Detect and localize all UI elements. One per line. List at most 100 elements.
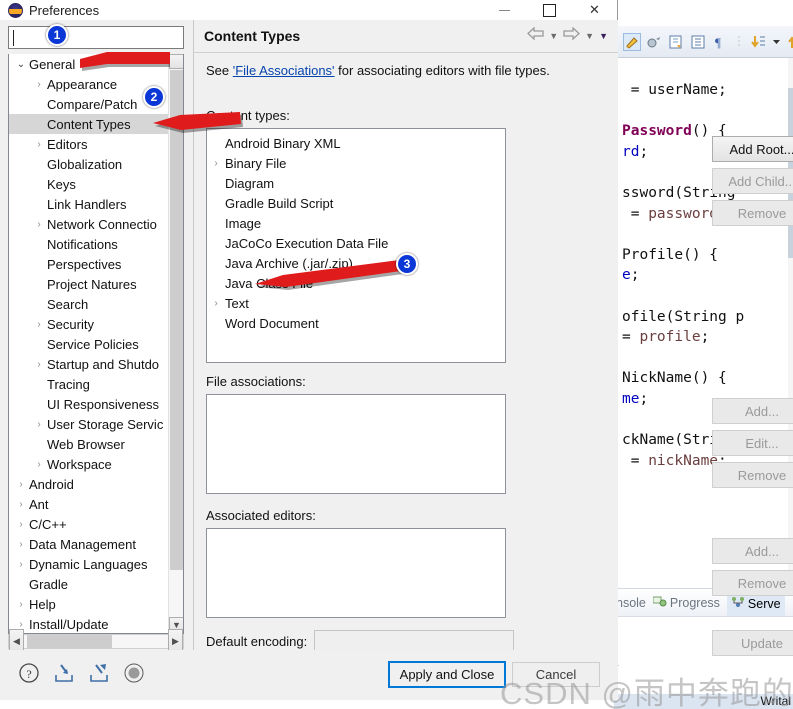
chevron-right-icon[interactable]: ›	[13, 499, 29, 510]
chevron-right-icon[interactable]: ›	[31, 359, 47, 370]
filter-input[interactable]	[8, 26, 184, 49]
content-types-list[interactable]: Android Binary XML › Binary File Diagram Gra…	[206, 128, 506, 363]
pilcrow-icon[interactable]: ¶	[712, 34, 728, 50]
sidebar-item-ant[interactable]: › Ant	[9, 494, 170, 514]
chevron-right-icon[interactable]: ›	[207, 158, 225, 169]
sidebar-item-editors[interactable]: › Editors	[9, 134, 170, 154]
tab-progress[interactable]: Progress	[652, 595, 720, 610]
sidebar-item-data-management[interactable]: › Data Management	[9, 534, 170, 554]
edit-button[interactable]: Edit...	[712, 430, 793, 456]
minimize-button[interactable]	[482, 0, 527, 20]
forward-arrow-icon[interactable]	[563, 26, 581, 45]
update-button[interactable]: Update	[712, 630, 793, 656]
sidebar-item-workspace[interactable]: › Workspace	[9, 454, 170, 474]
file-associations-list[interactable]	[206, 394, 506, 494]
chevron-right-icon[interactable]: ›	[207, 298, 225, 309]
sidebar-item-label: Android	[29, 476, 74, 492]
chevron-right-icon[interactable]: ›	[13, 479, 29, 490]
sidebar-item-ui-responsiveness[interactable]: UI Responsiveness	[9, 394, 170, 414]
tree-horizontal-scrollbar[interactable]: ◀ ▶	[8, 628, 184, 655]
debug-icon[interactable]	[646, 34, 662, 50]
content-type-row[interactable]: Gradle Build Script	[207, 193, 505, 213]
scrollbar-thumb[interactable]	[170, 70, 183, 570]
file-associations-link[interactable]: 'File Associations'	[233, 63, 335, 78]
chevron-right-icon[interactable]: ›	[31, 319, 47, 330]
content-type-row[interactable]: Image	[207, 213, 505, 233]
sidebar-item-web-browser[interactable]: Web Browser	[9, 434, 170, 454]
sidebar-item-label: Startup and Shutdo	[47, 356, 160, 372]
chevron-down-icon[interactable]: ⌄	[13, 59, 29, 70]
sidebar-item-tracing[interactable]: Tracing	[9, 374, 170, 394]
content-type-row[interactable]: Android Binary XML	[207, 133, 505, 153]
content-type-row[interactable]: JaCoCo Execution Data File	[207, 233, 505, 253]
remove-button[interactable]: Remove	[712, 200, 793, 226]
sidebar-item-user-storage-servic[interactable]: › User Storage Servic	[9, 414, 170, 434]
forward-dropdown-icon[interactable]: ▼	[585, 31, 594, 41]
sidebar-item-service-policies[interactable]: Service Policies	[9, 334, 170, 354]
sidebar-item-security[interactable]: › Security	[9, 314, 170, 334]
paintbrush-icon[interactable]	[623, 32, 641, 51]
add-button[interactable]: Add...	[712, 398, 793, 424]
view-menu-icon[interactable]	[690, 34, 706, 50]
chevron-right-icon[interactable]: ›	[13, 519, 29, 530]
content-type-row[interactable]: Diagram	[207, 173, 505, 193]
sidebar-item-project-natures[interactable]: Project Natures	[9, 274, 170, 294]
close-button[interactable]: ✕	[572, 0, 617, 20]
sidebar-item-android[interactable]: › Android	[9, 474, 170, 494]
sidebar-item-gradle[interactable]: Gradle	[9, 574, 170, 594]
sidebar-item-notifications[interactable]: Notifications	[9, 234, 170, 254]
hscrollbar-thumb[interactable]	[27, 635, 112, 648]
content-type-row[interactable]: Word Document	[207, 313, 505, 333]
chevron-right-icon[interactable]: ›	[13, 559, 29, 570]
remove-button[interactable]: Remove	[712, 462, 793, 488]
page-description: See 'File Associations' for associating …	[194, 53, 618, 78]
chevron-right-icon[interactable]: ›	[31, 79, 47, 90]
sidebar-item-c-c[interactable]: › C/C++	[9, 514, 170, 534]
export-icon[interactable]	[88, 662, 110, 684]
apply-and-close-button[interactable]: Apply and Close	[388, 661, 506, 688]
prev-annotation-icon[interactable]	[787, 34, 793, 50]
sidebar-item-label: C/C++	[29, 516, 67, 532]
annotation-badge-1: 1	[46, 24, 68, 46]
chevron-right-icon[interactable]: ›	[31, 139, 47, 150]
sidebar-item-startup-and-shutdo[interactable]: › Startup and Shutdo	[9, 354, 170, 374]
chevron-right-icon[interactable]: ›	[13, 599, 29, 610]
chevron-right-icon[interactable]: ›	[31, 219, 47, 230]
maximize-button[interactable]	[527, 0, 572, 20]
page-menu-icon[interactable]: ▼	[599, 31, 608, 41]
content-type-label: JaCoCo Execution Data File	[225, 235, 389, 251]
chevron-right-icon[interactable]: ›	[31, 419, 47, 430]
sidebar-item-help[interactable]: › Help	[9, 594, 170, 614]
content-types-page: Content Types ▼ ▼ ▼ See 'File Associatio…	[193, 20, 793, 666]
content-type-row[interactable]: › Binary File	[207, 153, 505, 173]
help-icon[interactable]: ?	[18, 662, 40, 684]
chevron-down-icon[interactable]	[772, 34, 781, 50]
preferences-tree[interactable]: ⌄ General › Appearance Compare/Patch Content …	[8, 54, 184, 634]
remove-button[interactable]: Remove	[712, 570, 793, 596]
tab-console[interactable]: nsole	[616, 596, 646, 610]
sidebar-item-network-connectio[interactable]: › Network Connectio	[9, 214, 170, 234]
content-type-row[interactable]: › Text	[207, 293, 505, 313]
record-icon[interactable]	[123, 662, 145, 684]
back-dropdown-icon[interactable]: ▼	[549, 31, 558, 41]
back-arrow-icon[interactable]	[527, 26, 544, 45]
add-button[interactable]: Add...	[712, 538, 793, 564]
add-child-button[interactable]: Add Child...	[712, 168, 793, 194]
sidebar-item-link-handlers[interactable]: Link Handlers	[9, 194, 170, 214]
sidebar-item-keys[interactable]: Keys	[9, 174, 170, 194]
import-icon[interactable]	[53, 662, 75, 684]
add-root-button[interactable]: Add Root...	[712, 136, 793, 162]
sidebar-item-search[interactable]: Search	[9, 294, 170, 314]
run-external-icon[interactable]	[668, 34, 684, 50]
associated-editors-list[interactable]	[206, 528, 506, 618]
sidebar-item-content-types[interactable]: Content Types	[9, 114, 170, 134]
chevron-right-icon[interactable]: ›	[31, 459, 47, 470]
sidebar-item-perspectives[interactable]: Perspectives	[9, 254, 170, 274]
file-associations-label: File associations:	[206, 374, 306, 389]
sidebar-item-install-update[interactable]: › Install/Update	[9, 614, 170, 632]
sidebar-item-dynamic-languages[interactable]: › Dynamic Languages	[9, 554, 170, 574]
sidebar-item-globalization[interactable]: Globalization	[9, 154, 170, 174]
scroll-up-icon[interactable]: ▲	[169, 54, 183, 69]
chevron-right-icon[interactable]: ›	[13, 539, 29, 550]
next-annotation-icon[interactable]	[750, 34, 766, 50]
